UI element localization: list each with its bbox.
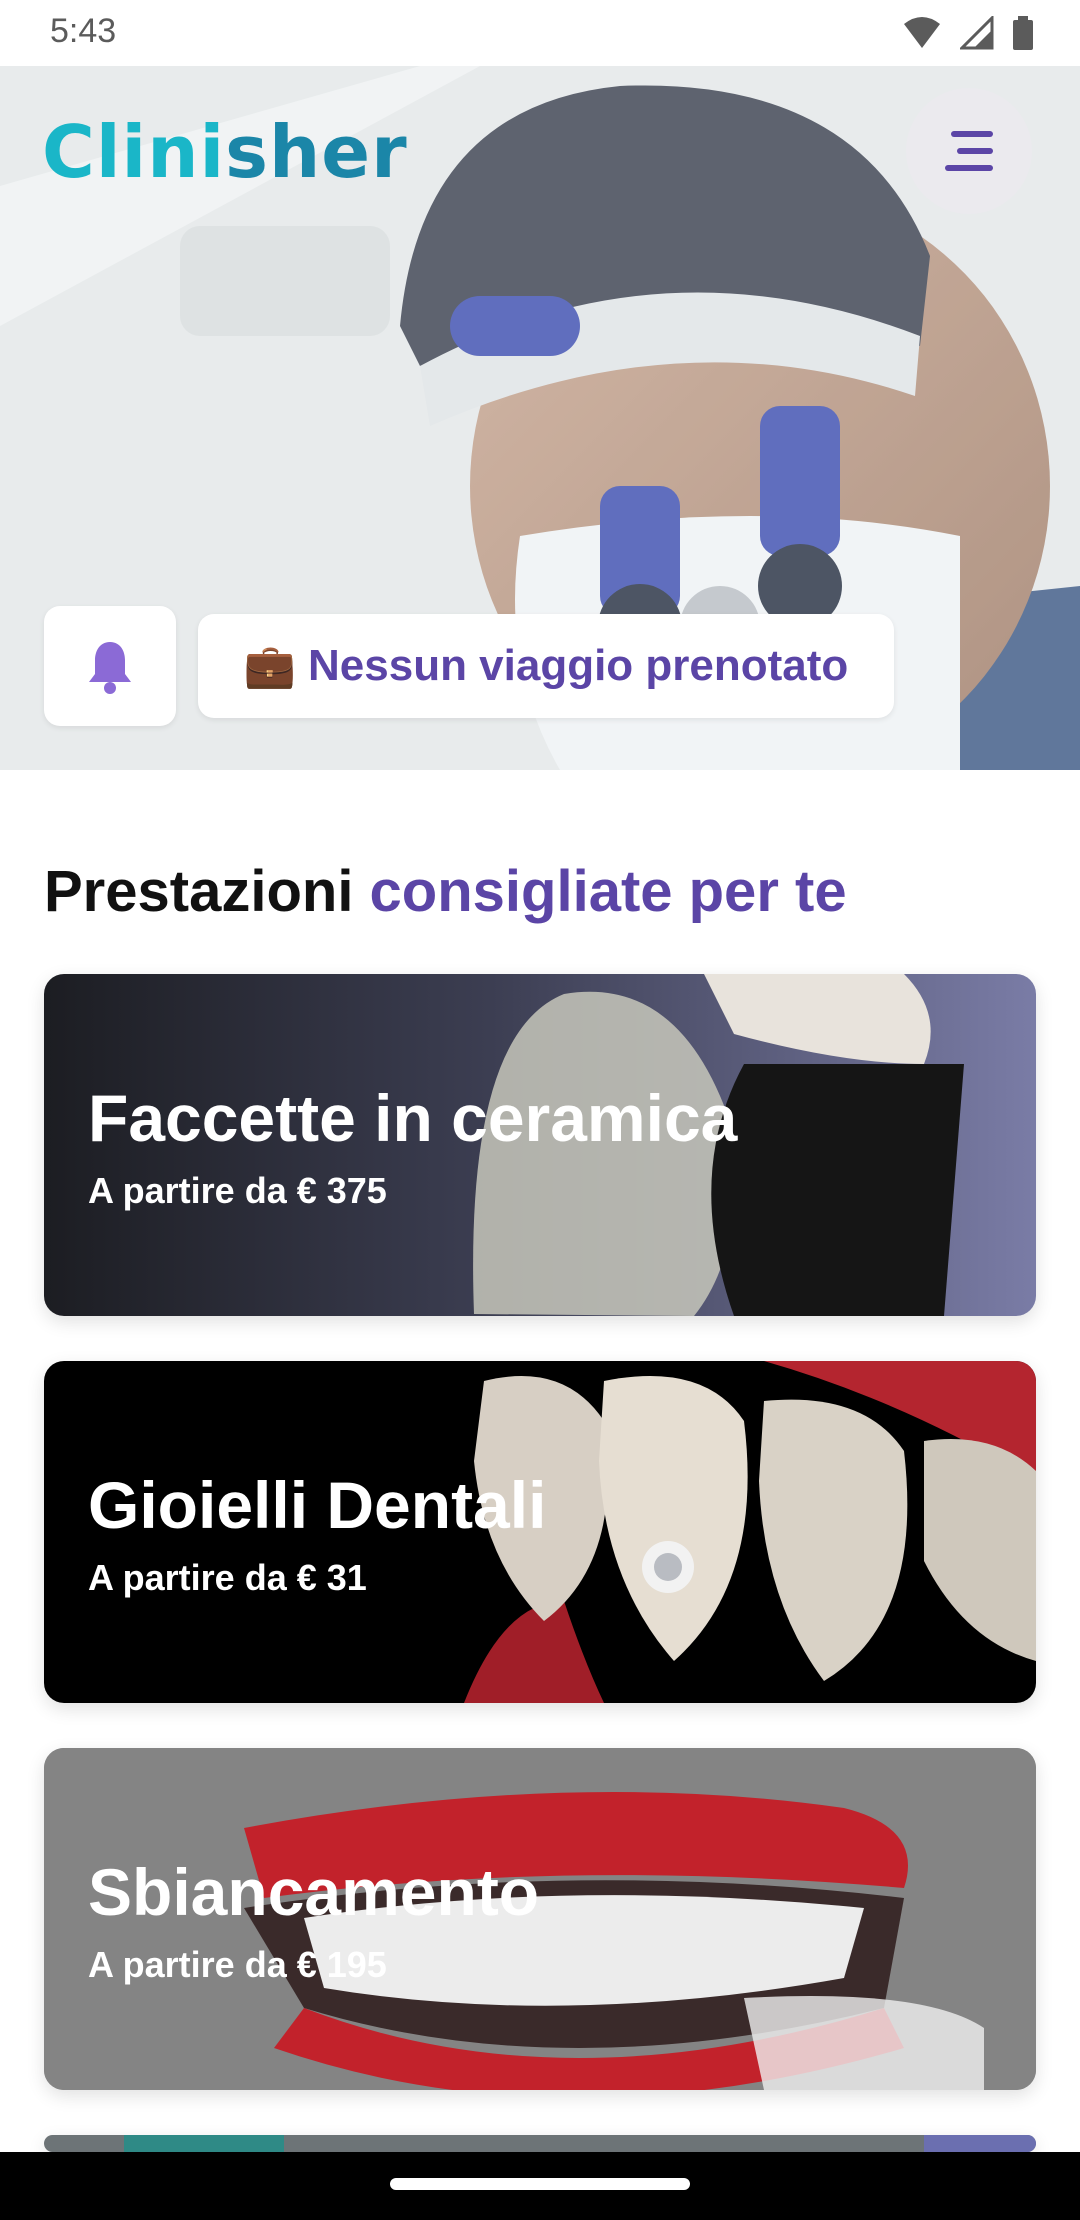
section-title-plain: Prestazioni: [44, 859, 370, 924]
service-price: A partire da € 195: [88, 1944, 387, 1985]
menu-button[interactable]: [906, 88, 1032, 214]
service-title: Gioielli Dentali: [88, 1468, 547, 1542]
system-navigation-bar: [0, 2152, 1080, 2220]
service-title: Faccette in ceramica: [88, 1081, 738, 1155]
status-bar: 5:43: [0, 0, 1080, 66]
status-icons: [902, 16, 1034, 50]
signal-icon: [960, 16, 994, 50]
hero-banner: Clinisher 💼 Nessun viaggio prenotato: [0, 66, 1080, 770]
section-title: Prestazioni consigliate per te: [44, 858, 847, 925]
trip-status-pill[interactable]: 💼 Nessun viaggio prenotato: [198, 614, 894, 718]
battery-icon: [1013, 16, 1033, 50]
bell-icon: [89, 642, 131, 694]
logo-text-prefix: Clini: [42, 110, 226, 194]
service-price: A partire da € 375: [88, 1170, 387, 1211]
service-image-partial: [44, 2135, 1036, 2152]
briefcase-icon: 💼: [243, 641, 296, 689]
service-card-partial[interactable]: [44, 2135, 1036, 2152]
section-title-highlight: consigliate per te: [369, 859, 847, 924]
trip-status-label: Nessun viaggio prenotato: [308, 641, 849, 690]
service-title: Sbiancamento: [88, 1855, 540, 1929]
clinisher-logo: Clinisher: [42, 110, 408, 194]
service-card[interactable]: Gioielli Dentali A partire da € 31: [44, 1361, 1036, 1703]
service-card[interactable]: Sbiancamento A partire da € 195: [44, 1748, 1036, 2090]
menu-icon: [945, 131, 993, 171]
status-time: 5:43: [50, 12, 117, 50]
wifi-icon: [904, 17, 940, 48]
service-card[interactable]: Faccette in ceramica A partire da € 375: [44, 974, 1036, 1316]
logo-text-suffix: sher: [225, 110, 408, 194]
notifications-button[interactable]: [44, 606, 176, 726]
home-indicator[interactable]: [390, 2178, 690, 2190]
service-price: A partire da € 31: [88, 1557, 367, 1598]
